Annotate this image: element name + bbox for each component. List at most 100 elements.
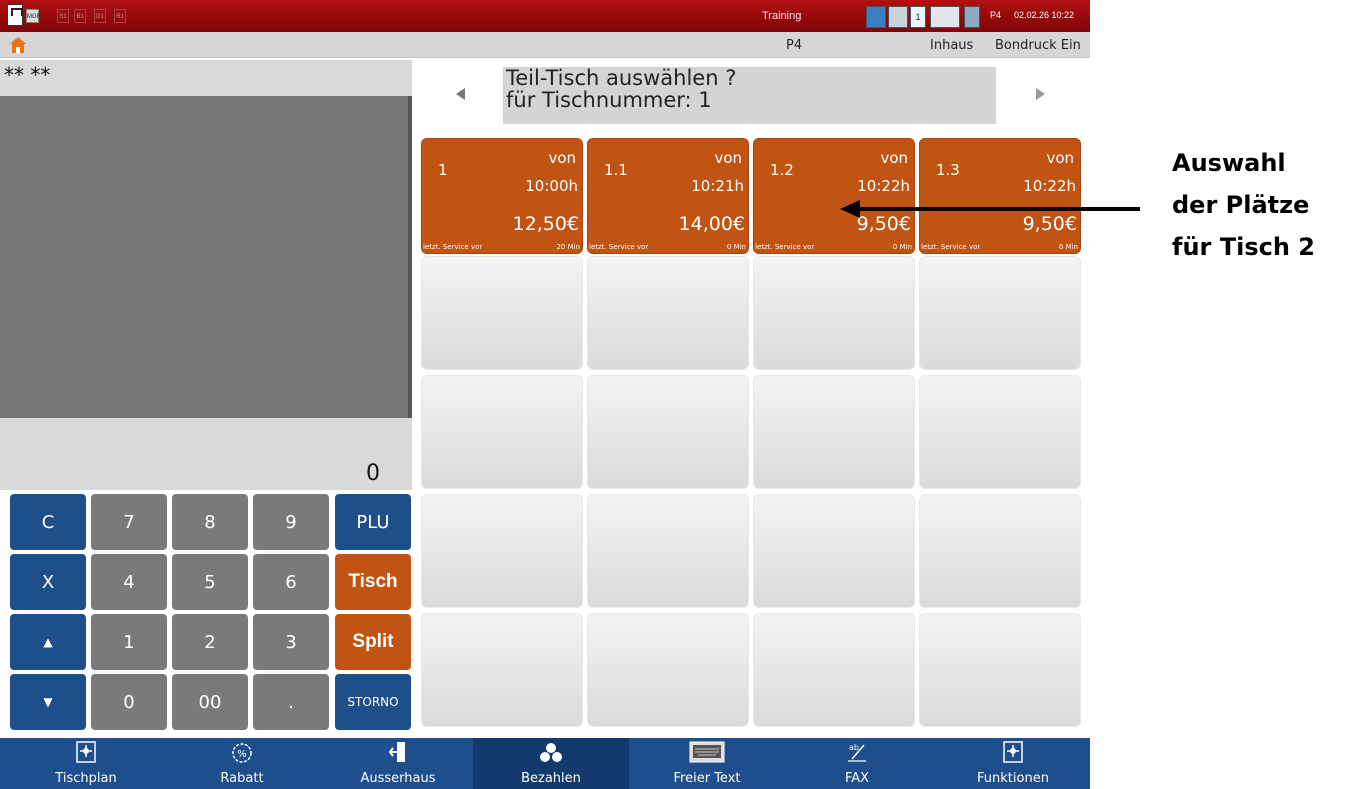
svg-text:ab: ab <box>849 743 859 752</box>
info-bar: P4 Inhaus Bondruck Ein <box>0 32 1090 58</box>
empty-table-slot[interactable] <box>919 256 1081 370</box>
von-label: von <box>714 149 742 167</box>
order-header: ** ** <box>0 60 412 96</box>
annotation-arrow-line <box>858 207 1140 211</box>
user-tab-b1[interactable]: B1 <box>74 9 86 23</box>
von-label: von <box>548 149 576 167</box>
next-page-icon[interactable] <box>1036 88 1045 100</box>
subtable-1-3-button[interactable]: 1.3 von 10:22h 9,50€ letzt. Service vor … <box>919 138 1081 254</box>
table-time: 10:21h <box>691 177 744 195</box>
key-up[interactable]: ▲ <box>10 614 86 670</box>
keyboard-icon[interactable] <box>930 6 960 28</box>
key-clear[interactable]: C <box>10 494 86 550</box>
empty-table-slot[interactable] <box>587 375 749 489</box>
rabatt-label: Rabatt <box>220 771 264 786</box>
keyboard-icon <box>689 741 725 763</box>
tisch-button[interactable]: Tisch <box>335 554 411 610</box>
coins-icon <box>540 743 562 762</box>
order-mode[interactable]: Inhaus <box>930 38 973 53</box>
key-3[interactable]: 3 <box>253 614 329 670</box>
status-icons: 1 <box>866 6 980 28</box>
bezahlen-button[interactable]: Bezahlen <box>473 738 629 789</box>
order-items-list[interactable] <box>0 96 412 418</box>
freier-text-button[interactable]: Freier Text <box>629 738 785 789</box>
empty-table-slot[interactable] <box>421 494 583 608</box>
empty-table-slot[interactable] <box>421 375 583 489</box>
previous-page-icon[interactable] <box>456 88 465 100</box>
empty-table-slot[interactable] <box>421 256 583 370</box>
empty-table-slot[interactable] <box>919 613 1081 727</box>
empty-table-slot[interactable] <box>919 375 1081 489</box>
last-service-minutes: 20 Min <box>556 243 580 251</box>
last-service-minutes: 0 Min <box>1058 243 1078 251</box>
key-8[interactable]: 8 <box>172 494 248 550</box>
tischplan-label: Tischplan <box>55 771 117 786</box>
user-tab-s1[interactable]: S1 <box>57 9 69 23</box>
empty-table-slot[interactable] <box>753 375 915 489</box>
station-name: P4 <box>786 38 803 53</box>
key-down[interactable]: ▼ <box>10 674 86 730</box>
empty-table-slot[interactable] <box>587 256 749 370</box>
key-multiply[interactable]: X <box>10 554 86 610</box>
server-icon[interactable] <box>964 6 980 28</box>
empty-table-slot[interactable] <box>421 613 583 727</box>
subtable-1-1-button[interactable]: 1.1 von 10:21h 14,00€ letzt. Service vor… <box>587 138 749 254</box>
freier-text-label: Freier Text <box>673 771 741 786</box>
annotation-arrow-head <box>840 200 860 218</box>
empty-table-slot[interactable] <box>587 613 749 727</box>
subtable-1-2-button[interactable]: 1.2 von 10:22h 9,50€ letzt. Service vor … <box>753 138 915 254</box>
network-icon[interactable] <box>866 6 886 28</box>
last-service-label: letzt. Service vor <box>589 243 649 251</box>
last-service-label: letzt. Service vor <box>921 243 981 251</box>
fax-pen-icon: ab <box>848 743 866 762</box>
ausserhaus-button[interactable]: Ausserhaus <box>320 738 476 789</box>
key-4[interactable]: 4 <box>91 554 167 610</box>
window-1-icon[interactable]: 1 <box>910 6 926 28</box>
pos-screen: MGR S1 B1 D1 R1 Training 1 P4 02.02.26 1… <box>0 0 1346 789</box>
user-tab-r1[interactable]: R1 <box>114 9 126 23</box>
table-number: 1 <box>438 161 448 179</box>
tischplan-button[interactable]: Tischplan <box>8 738 164 789</box>
table-time: 10:22h <box>1023 177 1076 195</box>
printer-icon[interactable] <box>888 6 908 28</box>
split-button[interactable]: Split <box>335 614 411 670</box>
input-value: 0 <box>366 461 380 486</box>
bondruck-toggle[interactable]: Bondruck Ein <box>995 38 1081 53</box>
table-time: 10:22h <box>857 177 910 195</box>
key-00[interactable]: 00 <box>172 674 248 730</box>
key-7[interactable]: 7 <box>91 494 167 550</box>
annotation-line-2: der Plätze <box>1172 191 1310 219</box>
funktionen-button[interactable]: Funktionen <box>935 738 1091 789</box>
von-label: von <box>1046 149 1074 167</box>
table-number: 1.1 <box>604 161 628 179</box>
input-display: 0 <box>0 418 412 490</box>
fax-button[interactable]: ab FAX <box>779 738 935 789</box>
user-tab-mgr[interactable]: MGR <box>26 9 41 23</box>
training-label: Training <box>762 10 802 22</box>
rabatt-button[interactable]: % Rabatt <box>164 738 320 789</box>
last-service-minutes: 0 Min <box>726 243 746 251</box>
empty-table-slot[interactable] <box>919 494 1081 608</box>
key-0[interactable]: 0 <box>91 674 167 730</box>
ausserhaus-label: Ausserhaus <box>360 771 436 786</box>
key-5[interactable]: 5 <box>172 554 248 610</box>
home-icon[interactable] <box>9 36 27 54</box>
empty-table-slot[interactable] <box>587 494 749 608</box>
empty-table-slot[interactable] <box>753 494 915 608</box>
annotation-text: Auswahl der Plätze für Tisch 2 <box>1172 142 1315 268</box>
empty-table-slot[interactable] <box>753 613 915 727</box>
plu-button[interactable]: PLU <box>335 494 411 550</box>
storno-button[interactable]: STORNO <box>335 674 411 730</box>
key-9[interactable]: 9 <box>253 494 329 550</box>
user-tab-d1[interactable]: D1 <box>94 9 106 23</box>
key-2[interactable]: 2 <box>172 614 248 670</box>
key-6[interactable]: 6 <box>253 554 329 610</box>
key-decimal[interactable]: . <box>253 674 329 730</box>
key-1[interactable]: 1 <box>91 614 167 670</box>
table-amount: 12,50€ <box>512 213 579 235</box>
subtable-1-button[interactable]: 1 von 10:00h 12,50€ letzt. Service vor 2… <box>421 138 583 254</box>
table-number: 1.2 <box>770 161 794 179</box>
table-time: 10:00h <box>525 177 578 195</box>
empty-table-slot[interactable] <box>753 256 915 370</box>
annotation-line-3: für Tisch 2 <box>1172 233 1315 261</box>
